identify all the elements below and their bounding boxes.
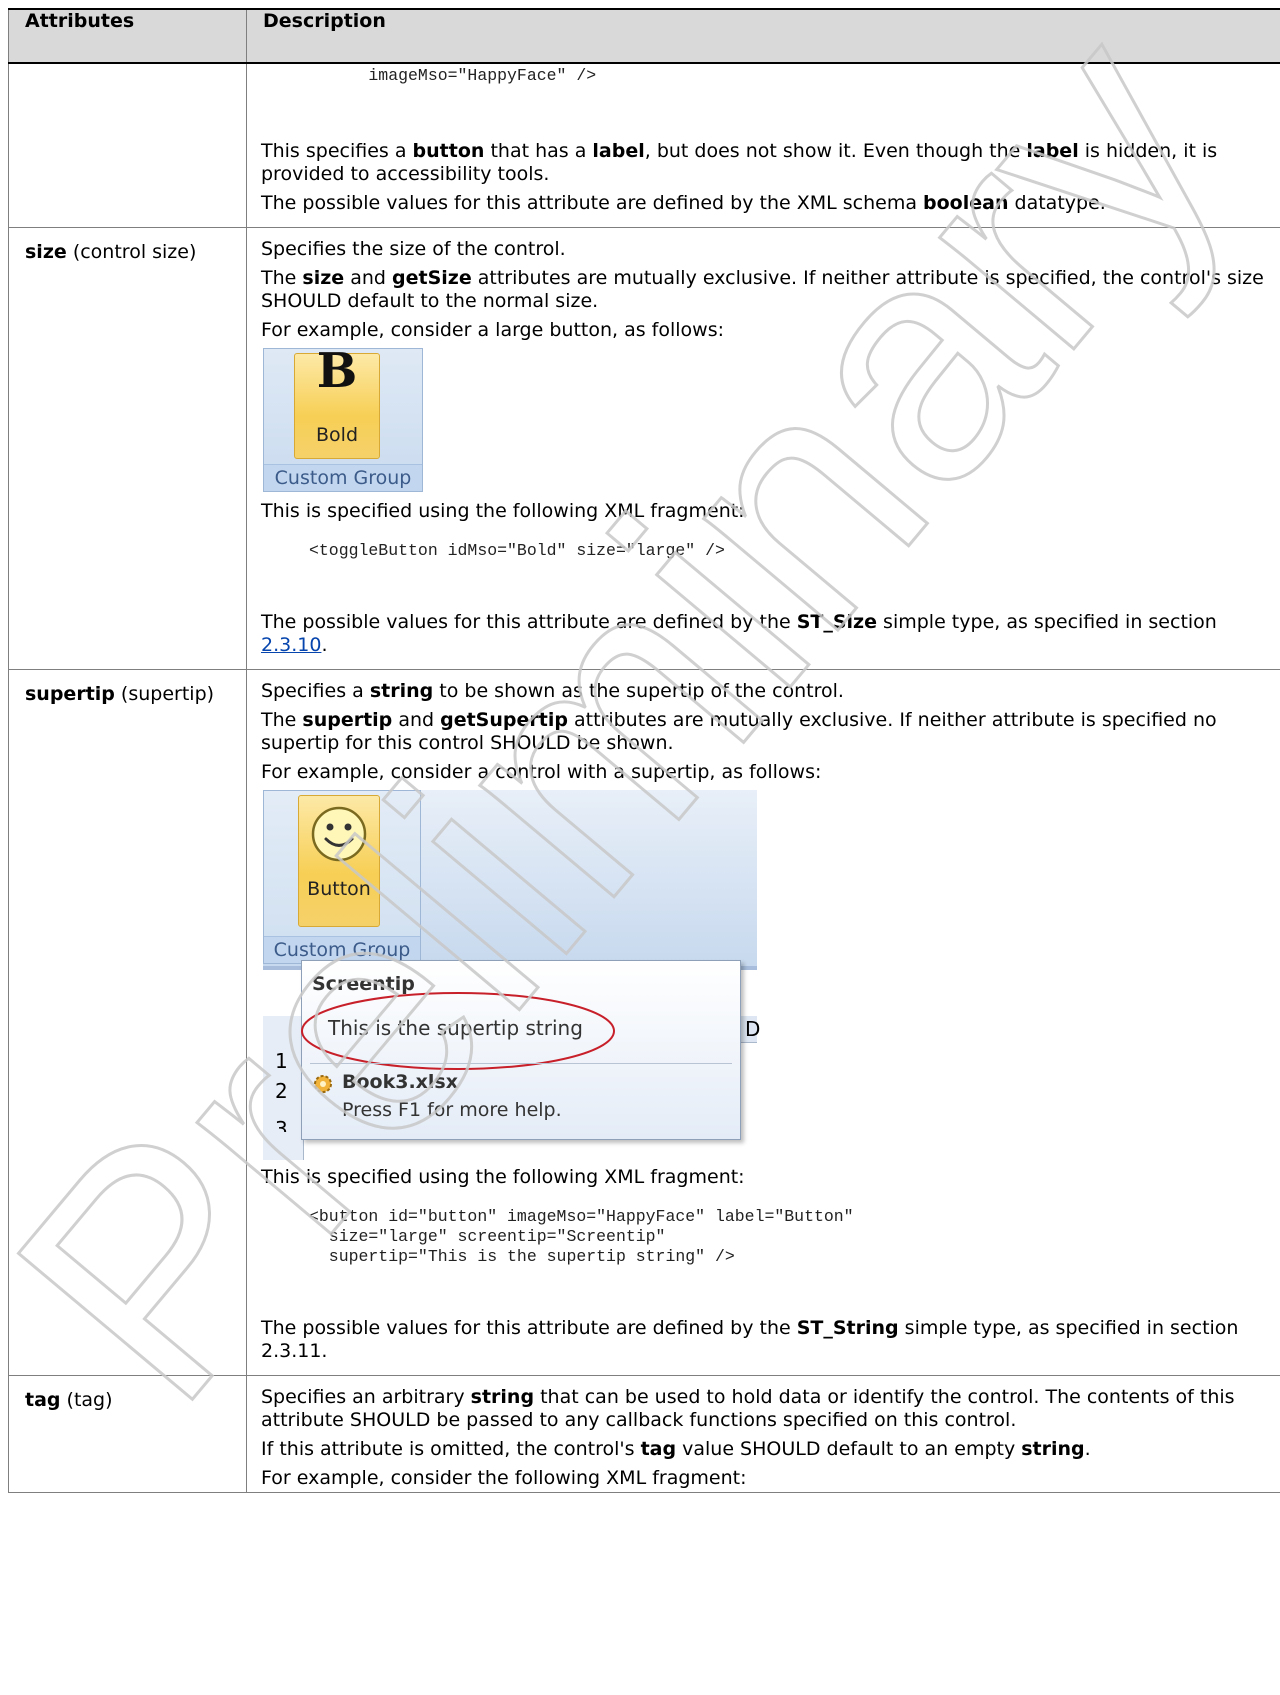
attr-cell-supertip: supertip (supertip) [8,669,247,1376]
paragraph: The size and getSize attributes are mutu… [261,267,1264,312]
code-fragment: imageMso="HappyFace" /> [309,66,597,85]
happy-face-ribbon-button: Button [298,795,380,927]
paragraph: Specifies a string to be shown as the su… [261,680,844,702]
supertip-figure: Button Custom Group 1 2 3 D Screentip Th… [263,790,761,1160]
header-attributes: Attributes [8,8,247,64]
desc-cell-hidden-label: imageMso="HappyFace" /> This specifies a… [246,62,1280,228]
highlight-ellipse [301,992,615,1070]
paragraph: The supertip and getSupertip attributes … [261,709,1217,754]
file-name: Book3.xlsx [342,1071,458,1093]
bold-button-label: Bold [316,424,358,446]
table-row: supertip (supertip) Specifies a string t… [8,669,1280,1376]
happy-face-icon [311,806,367,862]
attr-cell-empty [8,62,247,228]
paragraph: For example, consider the following XML … [261,1467,747,1489]
header-description: Description [246,8,1280,64]
desc-cell-supertip: Specifies a string to be shown as the su… [246,669,1280,1376]
row-header: 1 [275,1049,288,1073]
paragraph: This specifies a button that has a label… [261,140,1218,185]
bold-icon: B [316,343,358,399]
custom-group: Button Custom Group [263,790,421,964]
group-label: Custom Group [264,936,420,963]
table-header-row: Attributes Description [8,8,1280,64]
paragraph: The possible values for this attribute a… [261,611,1217,656]
column-header: D [745,1017,761,1041]
paragraph: Specifies the size of the control. [261,238,566,260]
table-row: tag (tag) Specifies an arbitrary string … [8,1375,1280,1493]
code-fragment: <toggleButton idMso="Bold" size="large" … [309,541,725,560]
attributes-table: Attributes Description imageMso="HappyFa… [8,8,1280,1493]
bold-ribbon-button: B Bold [294,343,380,459]
paragraph: This is specified using the following XM… [261,500,745,522]
gear-icon [314,1075,332,1093]
attr-cell-tag: tag (tag) [8,1375,247,1493]
ribbon-figure-bold: B Bold Custom Group [263,343,423,492]
row-header: 3 [275,1118,288,1132]
section-link[interactable]: 2.3.10 [261,634,321,656]
desc-cell-size: Specifies the size of the control. The s… [246,227,1280,670]
spec-page: Attributes Description imageMso="HappyFa… [8,8,1280,1493]
table-row: imageMso="HappyFace" /> This specifies a… [8,62,1280,228]
paragraph: The possible values for this attribute a… [261,192,1106,214]
paragraph: For example, consider a large button, as… [261,319,725,341]
button-label: Button [307,878,371,900]
paragraph: Specifies an arbitrary string that can b… [261,1386,1235,1431]
code-fragment: <button id="button" imageMso="HappyFace"… [309,1207,854,1266]
help-text: Press F1 for more help. [342,1099,562,1121]
supertip-popup: Screentip This is the supertip string Bo… [301,960,741,1140]
paragraph: For example, consider a control with a s… [261,761,822,783]
paragraph: The possible values for this attribute a… [261,1317,1239,1362]
paragraph: If this attribute is omitted, the contro… [261,1438,1091,1460]
attr-cell-size: size (control size) [8,227,247,670]
group-label: Custom Group [264,464,422,491]
desc-cell-tag: Specifies an arbitrary string that can b… [246,1375,1280,1493]
row-header: 2 [275,1079,288,1103]
paragraph: This is specified using the following XM… [261,1166,745,1188]
table-row: size (control size) Specifies the size o… [8,227,1280,670]
